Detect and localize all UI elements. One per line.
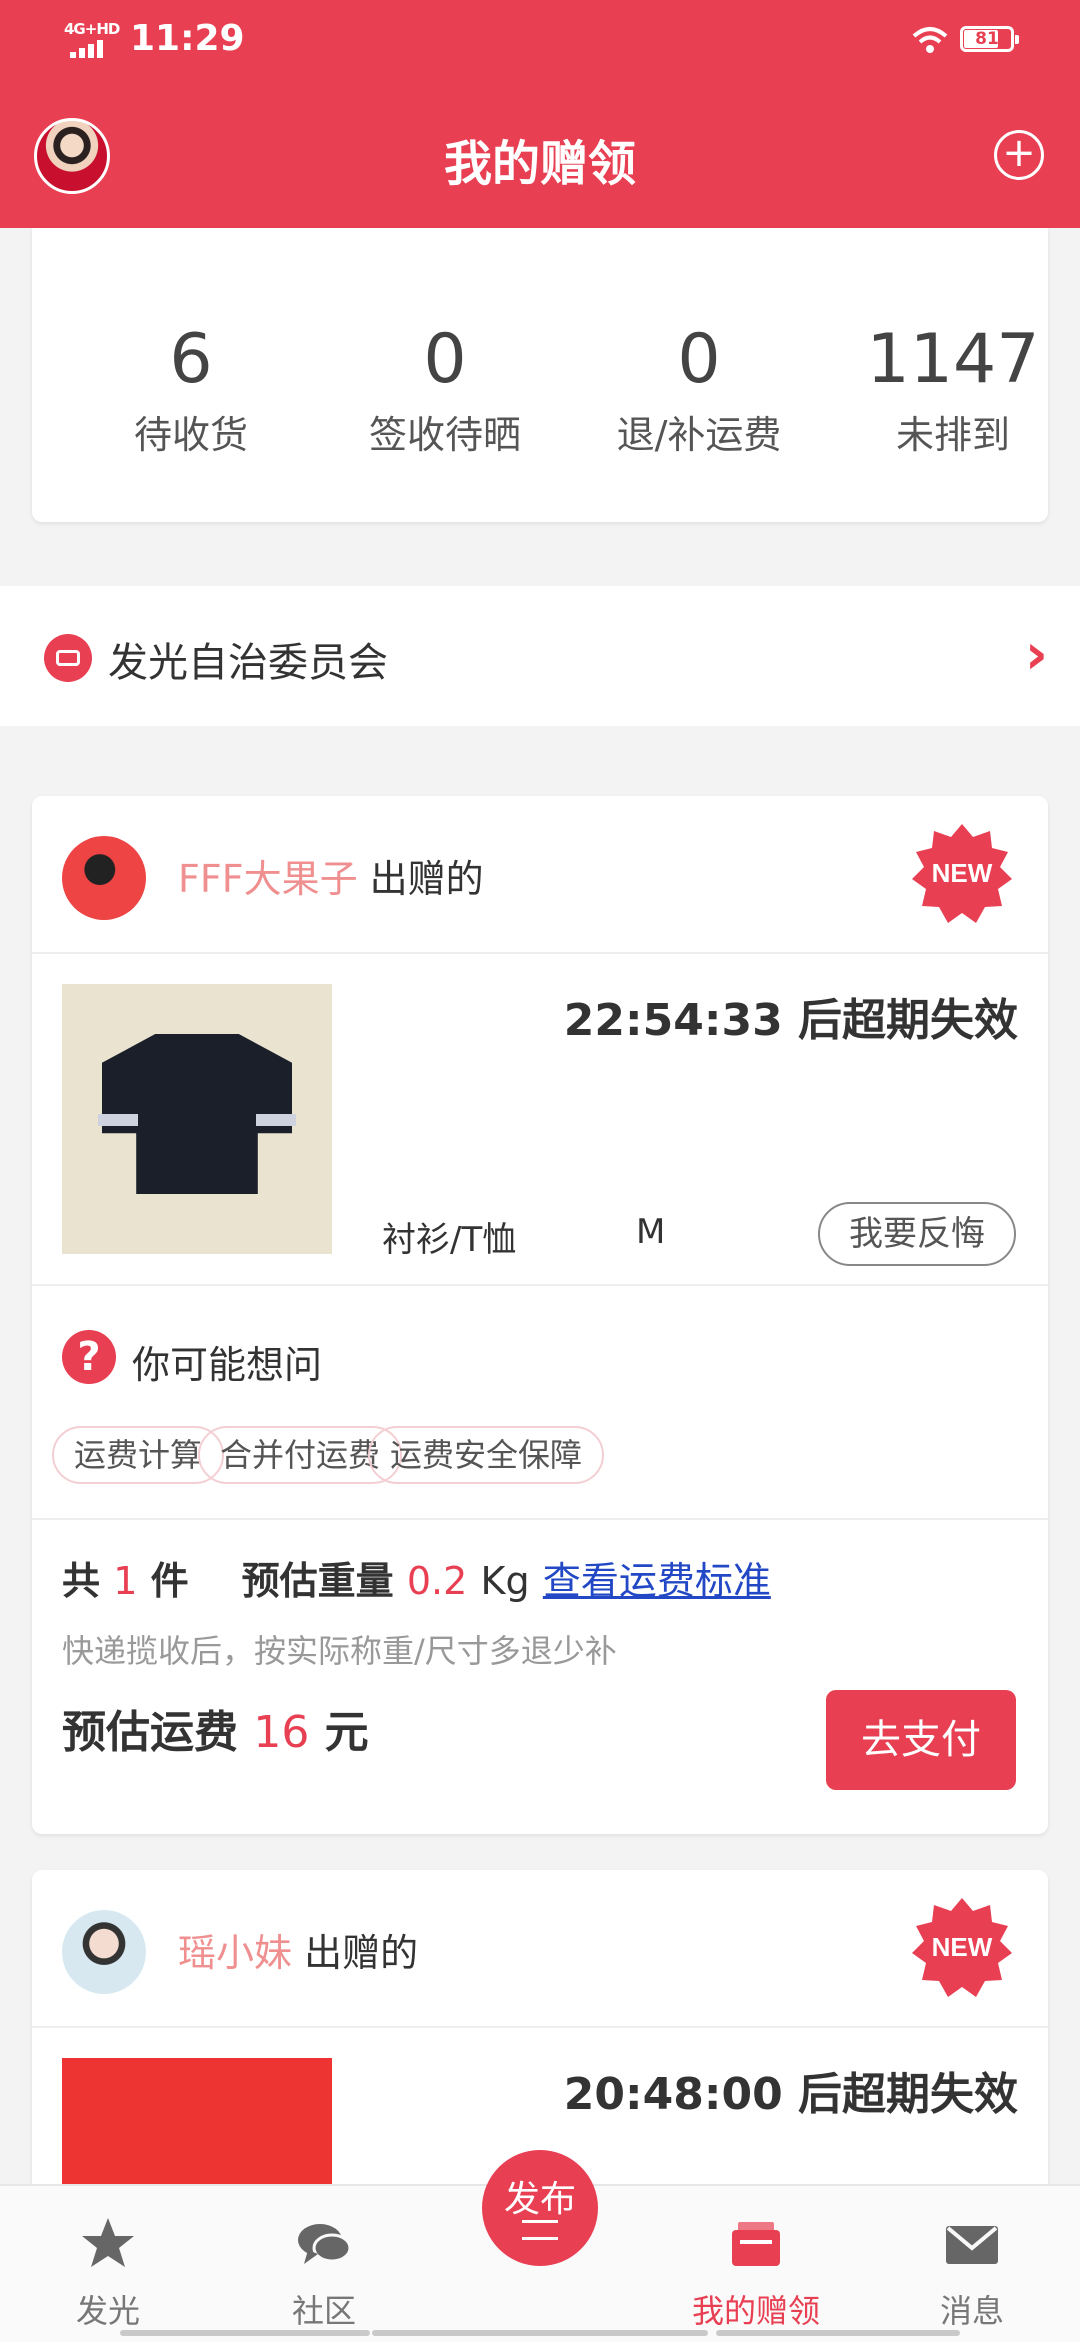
stat-signed-to-share[interactable]: 0 签收待晒 — [318, 320, 572, 459]
stat-refund-shipping[interactable]: 0 退/补运费 — [572, 320, 826, 459]
badge-label: NEW — [931, 1932, 993, 1962]
publish-button[interactable]: 发布 — [482, 2150, 598, 2266]
regret-button[interactable]: 我要反悔 — [818, 1202, 1016, 1266]
plus-icon: + — [1002, 130, 1036, 176]
new-badge: NEW — [912, 824, 1012, 923]
stat-label: 未排到 — [895, 413, 1010, 457]
app-header: 4G+HD 11:29 81 我的赠领 + — [0, 0, 1080, 228]
status-time: 11:29 — [130, 18, 245, 59]
stat-value: 0 — [677, 320, 721, 399]
mail-icon — [946, 2226, 998, 2264]
item-count: 1 — [113, 1559, 138, 1603]
product-category: 衬衫/T恤 — [382, 1220, 517, 1260]
battery-icon: 81 — [960, 26, 1019, 52]
stat-pending-receipt[interactable]: 6 待收货 — [64, 320, 318, 459]
giver-info[interactable]: FFF大果子 出赠的 — [178, 848, 484, 903]
committee-icon — [44, 634, 92, 682]
shipping-standard-link[interactable]: 查看运费标准 — [543, 1559, 771, 1603]
order-section: 共 1 件 预估重量 0.2 Kg 查看运费标准 快递揽收后，按实际称重/尺寸多… — [32, 1520, 1048, 1834]
weight-unit: Kg — [480, 1559, 530, 1603]
stats-card: 6 待收货 0 签收待晒 0 退/补运费 1147 未排到 — [32, 228, 1048, 522]
stat-value: 6 — [169, 320, 213, 399]
page-title: 我的赠领 — [443, 136, 636, 192]
product-image[interactable] — [62, 984, 332, 1254]
nav-item-my-gifts[interactable]: 我的赠领 — [648, 2186, 864, 2342]
shipping-note: 快递揽收后，按实际称重/尺寸多退少补 — [62, 1632, 617, 1670]
faq-tag-shipping-safety[interactable]: 运费安全保障 — [368, 1426, 605, 1484]
faq-section: ? 你可能想问 运费计算 合并付运费 运费安全保障 — [32, 1286, 1048, 1520]
giver-avatar[interactable] — [62, 836, 146, 920]
chat-bubble-icon — [298, 2224, 352, 2264]
giver-name: FFF大果子 — [178, 857, 358, 901]
home-indicator — [120, 2330, 370, 2336]
fee-amount: 16 — [253, 1707, 310, 1758]
nav-label: 发光 — [75, 2292, 140, 2330]
gift-box-icon — [732, 2222, 780, 2266]
fee-unit: 元 — [324, 1707, 369, 1758]
new-badge: NEW — [912, 1898, 1012, 1997]
nav-item-messages[interactable]: 消息 — [864, 2186, 1080, 2342]
giver-suffix: 出赠的 — [292, 1931, 419, 1975]
count-suffix: 件 — [150, 1559, 189, 1603]
faq-title: 你可能想问 — [132, 1343, 323, 1387]
star-icon — [82, 2218, 134, 2267]
stat-label: 签收待晒 — [368, 413, 521, 457]
countdown: 22:54:33 后超期失效 — [563, 995, 1018, 1046]
question-icon: ? — [62, 1330, 116, 1384]
chevron-right-icon: › — [1024, 622, 1048, 687]
nav-item-glow[interactable]: 发光 — [0, 2186, 216, 2342]
stat-value: 1147 — [866, 320, 1040, 399]
product-row: 22:54:33 后超期失效 衬衫/T恤 M 我要反悔 — [32, 954, 1048, 1286]
home-indicator — [716, 2330, 960, 2336]
product-size: M — [636, 1212, 666, 1252]
publish-label: 发布 — [503, 2179, 576, 2220]
giver-suffix: 出赠的 — [357, 857, 484, 901]
count-prefix: 共 — [62, 1559, 101, 1603]
home-indicator — [372, 2330, 708, 2336]
giver-info[interactable]: 瑶小妹 出赠的 — [178, 1922, 418, 1977]
order-summary: 共 1 件 预估重量 0.2 Kg 查看运费标准 — [62, 1550, 771, 1605]
nav-label: 我的赠领 — [691, 2292, 820, 2330]
battery-level: 81 — [975, 29, 999, 49]
pay-button[interactable]: 去支付 — [826, 1690, 1016, 1790]
stat-label: 待收货 — [133, 413, 248, 457]
countdown: 20:48:00 后超期失效 — [563, 2069, 1018, 2120]
giver-row: 瑶小妹 出赠的 NEW — [32, 1870, 1048, 2028]
committee-label: 发光自治委员会 — [108, 640, 388, 686]
nav-label: 社区 — [291, 2292, 356, 2330]
weight-label: 预估重量 — [241, 1559, 394, 1603]
giver-row: FFF大果子 出赠的 NEW — [32, 796, 1048, 954]
network-type: 4G+HD — [64, 20, 120, 38]
nav-label: 消息 — [939, 2292, 1004, 2330]
menu-lines-icon — [522, 2220, 558, 2240]
weight-value: 0.2 — [406, 1559, 468, 1603]
committee-row[interactable]: 发光自治委员会 › — [0, 586, 1080, 726]
giver-avatar[interactable] — [62, 1910, 146, 1994]
add-button[interactable]: + — [994, 130, 1044, 180]
fee-label: 预估运费 — [62, 1707, 238, 1758]
gift-card: FFF大果子 出赠的 NEW 22:54:33 后超期失效 衬衫/T恤 M 我要… — [32, 796, 1048, 1834]
wifi-icon — [912, 27, 948, 53]
badge-label: NEW — [931, 858, 993, 888]
signal-icon: 4G+HD — [64, 20, 122, 58]
stat-value: 0 — [423, 320, 467, 399]
giver-name: 瑶小妹 — [178, 1931, 293, 1975]
stat-not-queued[interactable]: 1147 未排到 — [826, 320, 1080, 459]
nav-item-community[interactable]: 社区 — [216, 2186, 432, 2342]
estimated-fee: 预估运费 16 元 — [62, 1696, 369, 1760]
stat-label: 退/补运费 — [616, 413, 782, 457]
